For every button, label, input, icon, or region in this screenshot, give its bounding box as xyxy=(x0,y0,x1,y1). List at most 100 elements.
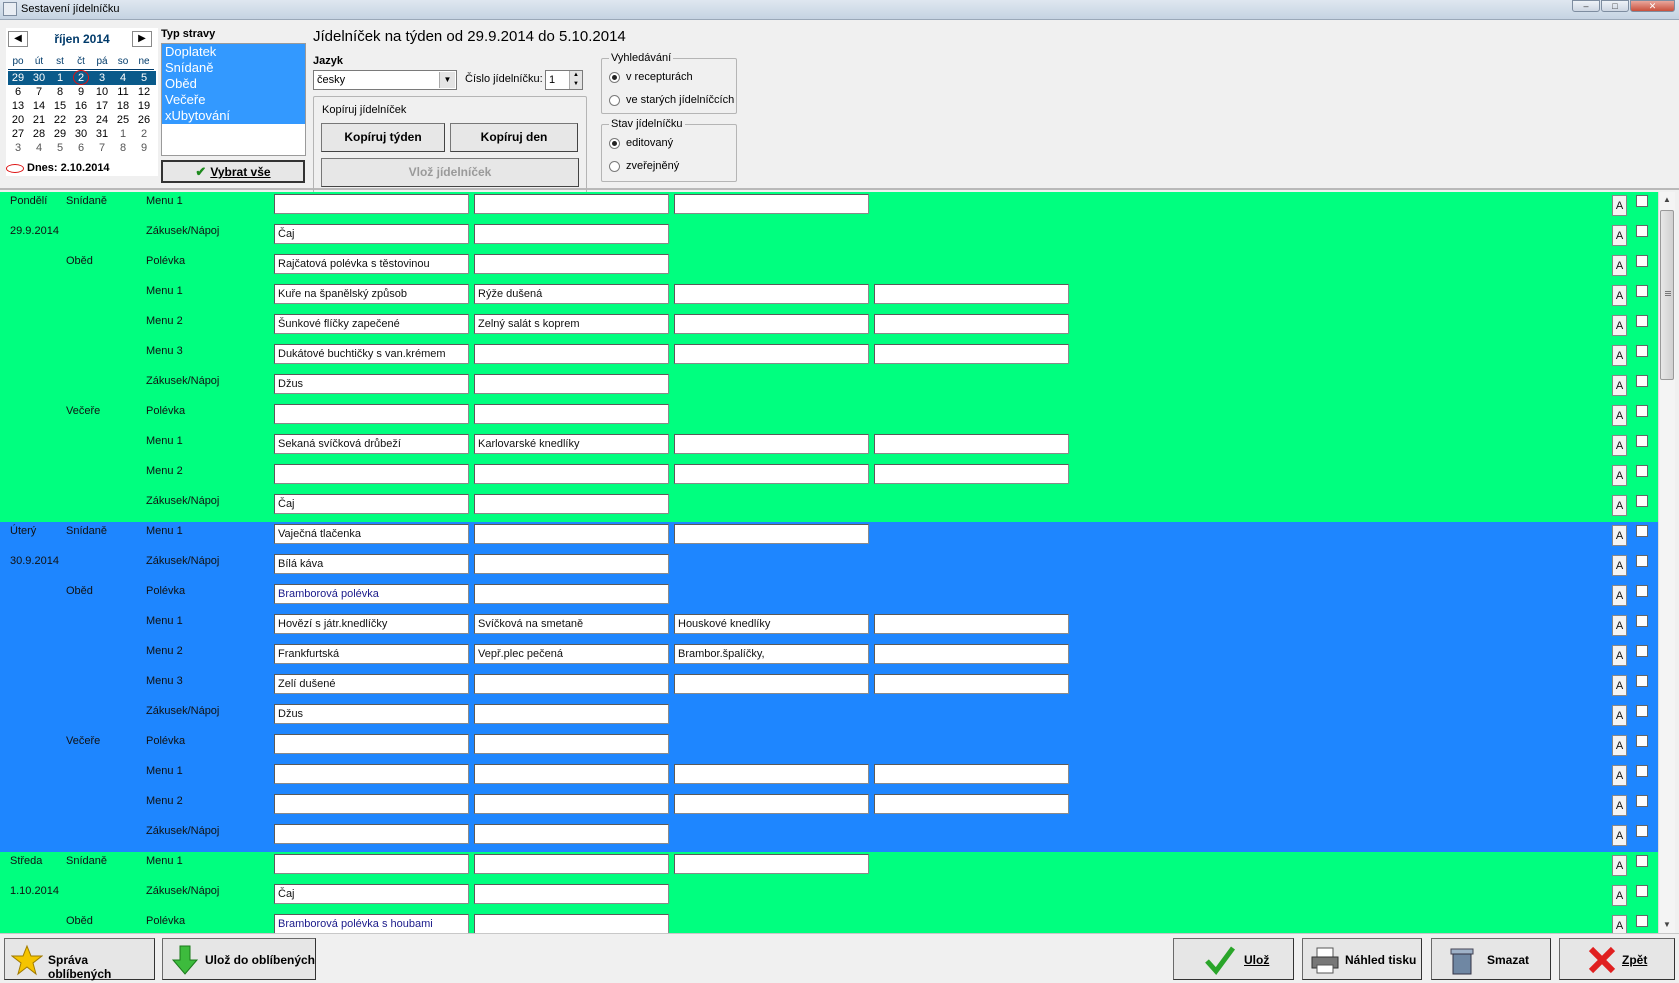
scroll-down-icon[interactable]: ▼ xyxy=(1659,917,1675,933)
status-published-radio[interactable]: zveřejněný xyxy=(609,160,679,172)
row-a-button[interactable]: A xyxy=(1612,345,1627,366)
calendar-day[interactable]: 11 xyxy=(113,85,133,99)
delete-button[interactable]: Smazat xyxy=(1431,938,1551,980)
dish-input[interactable] xyxy=(474,734,669,754)
dish-input[interactable] xyxy=(874,674,1069,694)
dish-input[interactable] xyxy=(474,674,669,694)
dish-input[interactable]: Sekaná svíčková drůbeží xyxy=(274,434,469,454)
calendar-day[interactable]: 1 xyxy=(50,71,70,85)
dish-input[interactable] xyxy=(274,764,469,784)
dish-input[interactable]: Dukátové buchtičky s van.krémem xyxy=(274,344,469,364)
calendar-day[interactable]: 24 xyxy=(92,113,112,127)
row-checkbox[interactable] xyxy=(1636,465,1648,477)
row-checkbox[interactable] xyxy=(1636,675,1648,687)
dish-input[interactable] xyxy=(474,764,669,784)
dish-input[interactable] xyxy=(274,824,469,844)
dish-input[interactable]: Zelí dušené xyxy=(274,674,469,694)
dish-input[interactable]: Bramborová polévka s houbami xyxy=(274,914,469,933)
calendar-today[interactable]: Dnes: 2.10.2014 xyxy=(6,162,110,174)
row-a-button[interactable]: A xyxy=(1612,315,1627,336)
dish-input[interactable] xyxy=(674,674,869,694)
chevron-down-icon[interactable]: ▼ xyxy=(439,72,455,88)
dish-input[interactable] xyxy=(674,284,869,304)
calendar-day[interactable]: 18 xyxy=(113,99,133,113)
dish-input[interactable] xyxy=(474,704,669,724)
scroll-up-icon[interactable]: ▲ xyxy=(1659,192,1675,208)
dish-input[interactable] xyxy=(674,464,869,484)
dish-input[interactable] xyxy=(874,614,1069,634)
dish-input[interactable]: Frankfurtská xyxy=(274,644,469,664)
dish-input[interactable] xyxy=(474,584,669,604)
row-checkbox[interactable] xyxy=(1636,225,1648,237)
dish-input[interactable] xyxy=(274,854,469,874)
row-checkbox[interactable] xyxy=(1636,315,1648,327)
calendar-day[interactable]: 29 xyxy=(50,127,70,141)
calendar-day[interactable]: 5 xyxy=(50,141,70,155)
dish-input[interactable] xyxy=(474,254,669,274)
language-select[interactable]: česky ▼ xyxy=(313,70,457,90)
calendar-day[interactable]: 23 xyxy=(71,113,91,127)
calendar-day[interactable]: 28 xyxy=(29,127,49,141)
calendar-day[interactable]: 20 xyxy=(8,113,28,127)
calendar-day[interactable]: 6 xyxy=(71,141,91,155)
save-button[interactable]: Ulož xyxy=(1173,938,1294,980)
meal-type-list[interactable]: Doplatek Snídaně Oběd Večeře xUbytování xyxy=(161,43,306,156)
scrollbar-thumb[interactable] xyxy=(1660,210,1674,380)
select-all-button[interactable]: ✔ Vybrat vše xyxy=(161,160,305,183)
back-button[interactable]: Zpět xyxy=(1559,938,1675,980)
stepper-arrows-icon[interactable]: ▲ ▼ xyxy=(569,71,582,89)
calendar-day[interactable]: 12 xyxy=(134,85,154,99)
row-checkbox[interactable] xyxy=(1636,255,1648,267)
row-a-button[interactable]: A xyxy=(1612,855,1627,876)
dish-input[interactable]: Džus xyxy=(274,704,469,724)
dish-input[interactable] xyxy=(274,464,469,484)
dish-input[interactable] xyxy=(274,734,469,754)
dish-input[interactable] xyxy=(274,404,469,424)
dish-input[interactable] xyxy=(874,284,1069,304)
row-checkbox[interactable] xyxy=(1636,555,1648,567)
dish-input[interactable] xyxy=(874,344,1069,364)
calendar-day[interactable]: 16 xyxy=(71,99,91,113)
dish-input[interactable]: Džus xyxy=(274,374,469,394)
row-checkbox[interactable] xyxy=(1636,825,1648,837)
dish-input[interactable] xyxy=(274,794,469,814)
row-checkbox[interactable] xyxy=(1636,375,1648,387)
row-a-button[interactable]: A xyxy=(1612,465,1627,486)
row-a-button[interactable]: A xyxy=(1612,825,1627,846)
row-a-button[interactable]: A xyxy=(1612,525,1627,546)
calendar-day[interactable]: 15 xyxy=(50,99,70,113)
row-a-button[interactable]: A xyxy=(1612,675,1627,696)
row-checkbox[interactable] xyxy=(1636,495,1648,507)
insert-menu-button[interactable]: Vlož jídelníček xyxy=(321,158,579,187)
row-a-button[interactable]: A xyxy=(1612,225,1627,246)
search-in-old-menus-radio[interactable]: ve starých jídelníčcích xyxy=(609,94,734,106)
dish-input[interactable] xyxy=(474,464,669,484)
dish-input[interactable] xyxy=(474,404,669,424)
row-checkbox[interactable] xyxy=(1636,765,1648,777)
row-a-button[interactable]: A xyxy=(1612,705,1627,726)
dish-input[interactable]: Rajčatová polévka s těstovinou xyxy=(274,254,469,274)
minimize-button[interactable]: – xyxy=(1572,0,1600,12)
row-a-button[interactable]: A xyxy=(1612,405,1627,426)
calendar-day[interactable]: 2 xyxy=(134,127,154,141)
dish-input[interactable]: Vaječná tlačenka xyxy=(274,524,469,544)
row-a-button[interactable]: A xyxy=(1612,735,1627,756)
calendar-day[interactable]: 13 xyxy=(8,99,28,113)
dish-input[interactable]: Karlovarské knedlíky xyxy=(474,434,669,454)
row-a-button[interactable]: A xyxy=(1612,885,1627,906)
maximize-button[interactable]: □ xyxy=(1601,0,1629,12)
calendar-day[interactable]: 30 xyxy=(71,127,91,141)
dish-input[interactable]: Houskové knedlíky xyxy=(674,614,869,634)
row-a-button[interactable]: A xyxy=(1612,375,1627,396)
dish-input[interactable] xyxy=(874,434,1069,454)
calendar-next-month-button[interactable]: ▶ xyxy=(132,31,152,47)
calendar-day[interactable]: 4 xyxy=(113,71,133,85)
dish-input[interactable] xyxy=(474,824,669,844)
calendar-day[interactable]: 25 xyxy=(113,113,133,127)
dish-input[interactable] xyxy=(674,524,869,544)
row-checkbox[interactable] xyxy=(1636,615,1648,627)
dish-input[interactable]: Čaj xyxy=(274,224,469,244)
dish-input[interactable] xyxy=(474,374,669,394)
dish-input[interactable] xyxy=(474,494,669,514)
row-checkbox[interactable] xyxy=(1636,345,1648,357)
